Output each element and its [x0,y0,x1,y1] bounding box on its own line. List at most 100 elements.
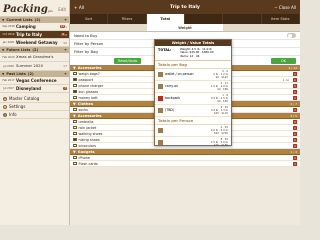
tab[interactable] [223,14,262,24]
add-icon[interactable]: + [64,48,67,52]
list-date: Feb 2017 [2,79,15,82]
menu-item[interactable]: ⚙ Settings [0,103,69,111]
menu-label: Settings [9,104,26,109]
item-checkbox[interactable] [73,125,77,130]
list-item[interactable]: Feb 2017 Vegas Conference [0,77,69,85]
list-item[interactable]: Feb 2020 Xmas at Grandma's [0,53,69,62]
popover-row: carry-on 2 · 12 1.0 lb · 4.0 lb $0 · $80 [155,81,231,94]
list-name: Disneyland [16,86,42,91]
remove-icon[interactable]: × [293,71,297,76]
list-item[interactable]: Jan 2020 Weekend Getaway 32 [0,39,69,47]
tab[interactable]: Total [146,14,185,24]
popover-row: 8 · 26 2.5 lb · 5.0 lb $25 · $180 [155,137,231,150]
bag-icon [158,96,163,102]
menu-item[interactable]: i Info [0,111,69,119]
item-checkbox[interactable] [73,131,77,136]
popover-value: $0 · $80 [217,88,228,92]
bag-icon [158,108,163,114]
list-item[interactable]: Sep 2018 Camping 24 1 [0,23,69,31]
item-count: 17 [63,64,67,68]
category-name: Accessories [77,65,102,70]
popover-row-name: wallet / on person [165,72,194,77]
tab[interactable]: Item Stats [262,14,300,24]
item-name: passport [78,77,94,82]
edit-button[interactable]: Edit [58,7,66,12]
remove-icon[interactable]: × [293,77,297,82]
item-checkbox[interactable] [73,143,77,148]
totals-per-person-header: Totals per Person [155,117,231,126]
item-name: rain jacket [78,125,97,130]
item-row[interactable]: Flash cards × [70,161,300,167]
list-title: Trip to Italy [170,4,200,10]
remove-icon[interactable]: × [293,143,297,148]
chevron-down-icon: ▼ [73,101,76,106]
reset-undo-button[interactable]: Reset/Undo [114,57,142,64]
add-icon[interactable]: + [64,18,67,22]
remove-icon[interactable]: × [293,83,297,88]
subtab[interactable]: Weight [146,24,224,31]
bag-icon [158,72,163,78]
remove-icon[interactable]: × [293,155,297,160]
popover-total: TOTAL: Weight: 4.5 lb · 11.0 lb Value: $… [155,46,231,62]
chevron-down-icon: ▼ [73,65,76,70]
total-line: Items: 12 · 46 [180,53,200,58]
popover-row-values: 9 · 26 3.0 lb · 3.3 lb $45 · $120 [211,106,228,115]
tab-bar: Sort Filters Total Item Stats [70,14,300,24]
menu-item[interactable]: ≡ Master Catalog [0,95,69,103]
item-name: iPhone [78,155,90,160]
tab[interactable]: Filters [108,14,147,24]
item-checkbox[interactable] [73,161,77,166]
item-name: socks [78,107,88,112]
ok-button[interactable]: OK [271,57,296,64]
item-count: 2 [65,32,67,37]
item-checkbox[interactable] [73,71,77,76]
remove-icon[interactable]: × [293,119,297,124]
popover-value: $20 · $200 [213,132,228,136]
list-item[interactable]: Oct 2019 Trip to Italy 8 2 [0,31,69,39]
subtab-bar: Weight [70,24,300,32]
popover-row: wallet / on person 0 · 00 lb · 1.2 lb $0 ·… [155,69,231,82]
info-icon: i [3,112,7,117]
item-checkbox[interactable] [73,119,77,124]
remove-icon[interactable]: × [293,131,297,136]
category-name: Accessories [77,113,102,118]
remove-icon[interactable]: × [293,161,297,166]
tab[interactable]: Sort [70,14,109,24]
remove-icon[interactable]: × [293,137,297,142]
item-checkbox[interactable] [73,107,77,112]
item-weight: 1 oz [282,77,289,82]
item-checkbox[interactable] [73,155,77,160]
subtab[interactable] [70,24,147,31]
popover-row-name: (TBD) [165,108,175,113]
remove-icon[interactable]: × [293,95,297,100]
count-badge: 3 [63,87,67,90]
menu-label: Info [9,112,17,117]
need-to-buy-toggle[interactable] [287,33,296,38]
subtab[interactable] [223,24,300,31]
popover-row-name: backpack [165,96,181,101]
list-date: Oct 2019 [2,33,15,36]
tab[interactable] [185,14,224,24]
list-name: Vegas Conference [16,78,57,83]
chevron-down-icon: ▼ [73,149,76,154]
list-name: Summer 2020 [16,64,43,68]
item-checkbox[interactable] [73,137,77,142]
chevron-down-icon: ▼ [73,113,76,118]
add-icon[interactable]: + [64,72,67,76]
remove-icon[interactable]: × [293,89,297,94]
item-checkbox[interactable] [73,89,77,94]
item-name: binoculars [78,143,97,148]
person-icon [158,140,163,146]
item-name: umbrella [78,119,94,124]
remove-icon[interactable]: × [293,107,297,112]
item-checkbox[interactable] [73,77,77,82]
item-name: walking shoes [78,131,103,136]
category-name: Gadgets [77,149,95,154]
list-item[interactable]: Jul 2017 Disneyland 3 [0,85,69,93]
list-item[interactable]: Jul 2020 Summer 2020 17 [0,62,69,71]
item-checkbox[interactable] [73,95,77,100]
remove-icon[interactable]: × [293,125,297,130]
category-name: Clothes [77,101,93,106]
item-checkbox[interactable] [73,83,77,88]
totals-per-bag-header: Totals per Bag [155,61,231,70]
